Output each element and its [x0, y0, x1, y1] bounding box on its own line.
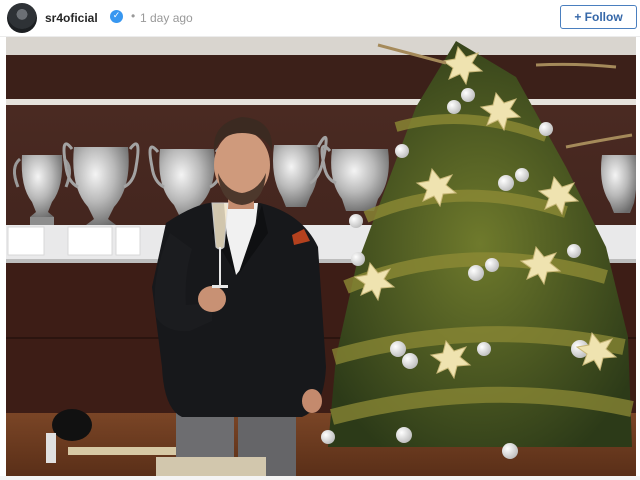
username-link[interactable]: sr4oficial: [45, 11, 98, 25]
post-footer-divider: [0, 476, 640, 480]
post-timestamp[interactable]: 1 day ago: [140, 11, 193, 25]
verified-badge-icon: ✓: [110, 10, 123, 23]
post-photo[interactable]: [6, 37, 636, 476]
post-photo-illustration: [6, 37, 636, 476]
follow-button[interactable]: + Follow: [560, 5, 637, 29]
profile-avatar[interactable]: [7, 3, 37, 33]
post-header: sr4oficial ✓ • 1 day ago + Follow: [0, 0, 640, 37]
meta-separator: •: [131, 9, 136, 23]
